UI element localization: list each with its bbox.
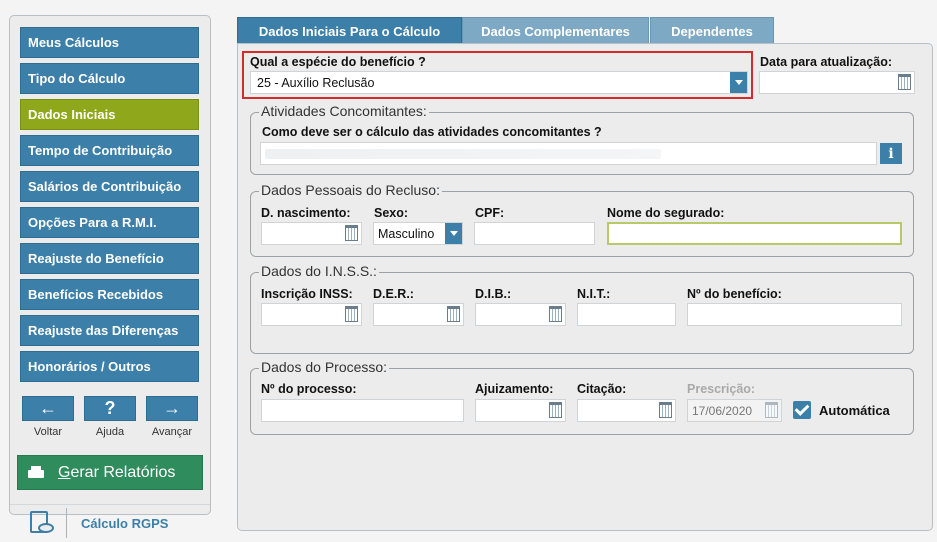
- citacao-label: Citação:: [577, 382, 627, 396]
- generate-reports-button[interactable]: Gerar Relatórios: [17, 455, 203, 490]
- arrow-left-icon: ←: [39, 398, 57, 418]
- pessoais-legend: Dados Pessoais do Recluso:: [259, 182, 442, 198]
- sidebar-item-salarios-contribuicao[interactable]: Salários de Contribuição: [20, 171, 199, 202]
- back-label: Voltar: [33, 426, 63, 438]
- help-label: Ajuda: [95, 426, 125, 438]
- sidebar-item-beneficios-recebidos[interactable]: Benefícios Recebidos: [20, 279, 199, 310]
- nascimento-label: D. nascimento:: [261, 206, 351, 220]
- help-button[interactable]: ?: [84, 396, 136, 421]
- prescricao-input: 17/06/2020: [687, 399, 782, 422]
- chevron-down-icon[interactable]: [862, 143, 876, 164]
- inscricao-label: Inscrição INSS:: [261, 287, 353, 301]
- sidebar-panel: Meus Cálculos Tipo do Cálculo Dados Inic…: [9, 15, 211, 538]
- numero-processo-input[interactable]: [261, 399, 464, 422]
- sidebar-item-dados-iniciais[interactable]: Dados Iniciais: [20, 99, 199, 130]
- generate-reports-label: Gerar Relatórios: [58, 463, 176, 481]
- forward-label: Avançar: [151, 426, 193, 438]
- sexo-select[interactable]: Masculino: [373, 222, 463, 245]
- chevron-down-icon[interactable]: [445, 223, 462, 244]
- atividades-value: [265, 149, 661, 159]
- calendar-icon[interactable]: [345, 306, 358, 322]
- calendar-icon[interactable]: [447, 306, 460, 322]
- sidebar-item-honorarios-outros[interactable]: Honorários / Outros: [20, 351, 199, 382]
- calendar-icon[interactable]: [898, 74, 911, 90]
- tab-dados-iniciais[interactable]: Dados Iniciais Para o Cálculo: [237, 17, 462, 44]
- calendar-icon[interactable]: [659, 402, 672, 418]
- der-input[interactable]: [373, 303, 464, 326]
- nit-label: N.I.T.:: [577, 287, 611, 301]
- beneficio-label: Nº do benefício:: [687, 287, 782, 301]
- data-atualizacao-input[interactable]: [759, 71, 915, 94]
- nit-input[interactable]: [577, 303, 676, 326]
- atividades-legend: Atividades Concomitantes:: [259, 103, 429, 119]
- data-atualizacao-label: Data para atualização:: [760, 55, 892, 69]
- inss-legend: Dados do I.N.S.S.:: [259, 263, 379, 279]
- nome-input[interactable]: [607, 222, 902, 245]
- tab-dependentes[interactable]: Dependentes: [650, 17, 774, 44]
- calendar-icon[interactable]: [549, 306, 562, 322]
- highlight-box: [242, 51, 753, 99]
- sidebar-item-meus-calculos[interactable]: Meus Cálculos: [20, 27, 199, 58]
- nascimento-input[interactable]: [261, 222, 362, 245]
- info-icon: i: [888, 145, 894, 162]
- inscricao-input[interactable]: [261, 303, 362, 326]
- calendar-icon[interactable]: [549, 402, 562, 418]
- nome-label: Nome do segurado:: [607, 206, 725, 220]
- prescricao-value: 17/06/2020: [692, 403, 753, 418]
- printer-icon: [28, 465, 44, 480]
- citacao-input[interactable]: [577, 399, 676, 422]
- sexo-value: Masculino: [378, 226, 435, 241]
- atividades-select[interactable]: [260, 142, 877, 165]
- calendar-icon: [765, 402, 778, 418]
- dib-label: D.I.B.:: [475, 287, 512, 301]
- forward-button[interactable]: →: [146, 396, 198, 421]
- info-button[interactable]: i: [880, 143, 902, 164]
- automatica-label: Automática: [819, 403, 890, 418]
- cpf-input[interactable]: [474, 222, 595, 245]
- sexo-label: Sexo:: [374, 206, 409, 220]
- beneficio-input[interactable]: [687, 303, 902, 326]
- calendar-icon[interactable]: [345, 225, 358, 241]
- ajuizamento-input[interactable]: [475, 399, 566, 422]
- tab-dados-complementares[interactable]: Dados Complementares: [462, 17, 649, 44]
- dib-input[interactable]: [475, 303, 566, 326]
- sidebar-item-reajuste-beneficio[interactable]: Reajuste do Benefício: [20, 243, 199, 274]
- sidebar-item-tempo-contribuicao[interactable]: Tempo de Contribuição: [20, 135, 199, 166]
- processo-legend: Dados do Processo:: [259, 359, 390, 375]
- prescricao-label: Prescrição:: [687, 382, 756, 396]
- sidebar-item-reajuste-diferencas[interactable]: Reajuste das Diferenças: [20, 315, 199, 346]
- sidebar-item-tipo-calculo[interactable]: Tipo do Cálculo: [20, 63, 199, 94]
- ajuizamento-label: Ajuizamento:: [475, 382, 554, 396]
- numero-processo-label: Nº do processo:: [261, 382, 357, 396]
- brand-name: Cálculo RGPS: [81, 515, 169, 531]
- der-label: D.E.R.:: [373, 287, 414, 301]
- back-button[interactable]: ←: [22, 396, 74, 421]
- sidebar-divider: [10, 504, 210, 505]
- cpf-label: CPF:: [475, 206, 505, 220]
- brand: Cálculo RGPS: [28, 508, 168, 538]
- sidebar-item-opcoes-rmi[interactable]: Opções Para a R.M.I.: [20, 207, 199, 238]
- atividades-question: Como deve ser o cálculo das atividades c…: [262, 125, 602, 139]
- automatica-checkbox[interactable]: [793, 401, 811, 419]
- arrow-right-icon: →: [163, 398, 181, 418]
- calculator-icon: [28, 509, 56, 537]
- question-icon: ?: [104, 398, 116, 418]
